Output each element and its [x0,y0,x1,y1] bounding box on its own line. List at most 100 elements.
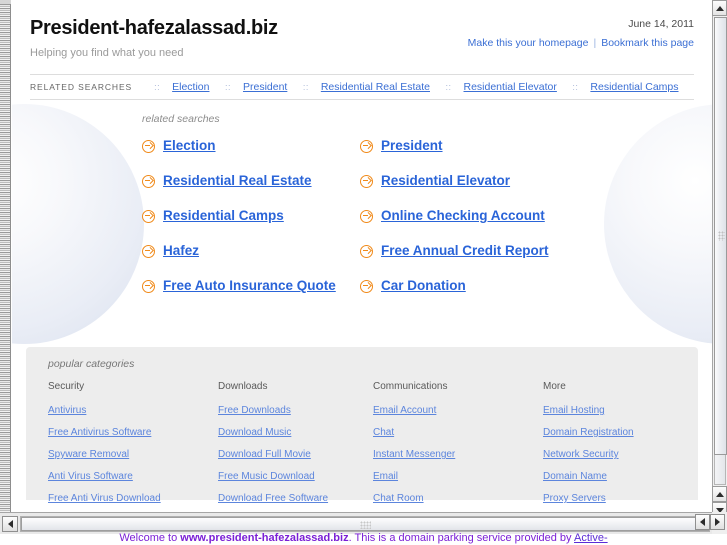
category-link-list: Email Hosting Domain Registration Network … [543,399,698,509]
popular-categories-panel: popular categories Security Antivirus Free… [26,347,698,504]
popular-categories-caption: popular categories [48,358,135,370]
page-viewport: President-hafezalassad.biz Helping you f… [12,0,712,512]
main-content: related searches Election President Reside… [12,100,712,294]
scroll-left-button-secondary[interactable] [695,514,710,530]
related-search-link[interactable]: Online Checking Account [381,208,545,224]
list-item: Spyware Removal [48,443,218,465]
arrow-circle-right-icon [360,244,373,258]
category-link[interactable]: Network Security [543,449,619,460]
bookmark-page-link[interactable]: Bookmark this page [601,37,694,49]
triangle-left-icon [7,520,13,528]
list-item: Antivirus [48,399,218,421]
scrollbar-grip-icon [718,231,725,241]
header-links: Make this your homepage | Bookmark this pa… [468,36,694,50]
scroll-left-button[interactable] [2,516,18,532]
related-searches-strip-items: :: Election:: President:: Residential Real … [154,81,694,93]
category-link[interactable]: Antivirus [48,405,86,416]
strip-separator-icon: :: [154,82,161,92]
strip-separator-icon: :: [572,82,579,92]
vertical-scrollbar[interactable] [712,0,727,518]
page-header: President-hafezalassad.biz Helping you f… [12,0,712,60]
related-search-link[interactable]: Free Auto Insurance Quote [163,278,336,294]
vertical-scrollbar-thumb[interactable] [714,17,727,455]
list-item: Email [373,465,543,487]
related-search-strip-link[interactable]: Residential Real Estate [321,81,430,93]
horizontal-scrollbar-thumb[interactable] [21,517,709,531]
related-searches-grid: Election President Residential Real Estate… [142,138,712,294]
category-link[interactable]: Download Free Software [218,493,328,504]
list-item: Network Security [543,443,698,465]
related-search-link[interactable]: Car Donation [381,278,466,294]
related-search-link[interactable]: Residential Real Estate [163,173,312,189]
browser-window: President-hafezalassad.biz Helping you f… [0,0,727,545]
welcome-message: Welcome to www.president-hafezalassad.bi… [0,531,727,545]
related-search-strip-link[interactable]: President [243,81,287,93]
category-link[interactable]: Domain Name [543,471,607,482]
arrow-circle-right-icon [360,209,373,223]
category-link[interactable]: Download Full Movie [218,449,311,460]
related-search-strip-item: :: Residential Camps [572,81,678,93]
related-search-strip-link[interactable]: Residential Camps [590,81,678,93]
category-heading: Security [48,381,85,392]
arrow-circle-right-icon [142,209,155,223]
list-item: Free Antivirus Software [48,421,218,443]
category-link[interactable]: Email Hosting [543,405,605,416]
related-search-item: President [360,138,712,154]
header-right-block: June 14, 2011 Make this your homepage | Bo… [468,17,694,50]
category-link[interactable]: Chat [373,427,394,438]
category-link[interactable]: Free Downloads [218,405,291,416]
related-search-item: Residential Camps [142,208,360,224]
category-link[interactable]: Spyware Removal [48,449,129,460]
strip-separator-icon: :: [302,82,309,92]
related-search-strip-link[interactable]: Election [172,81,209,93]
scroll-up-button-secondary[interactable] [712,486,727,502]
related-search-item: Residential Elevator [360,173,712,189]
horizontal-scrollbar-track[interactable] [20,516,710,532]
related-search-link[interactable]: Free Annual Credit Report [381,243,549,259]
category-column: Communications Email Account Chat Instant M… [373,377,543,509]
category-link[interactable]: Chat Room [373,493,424,504]
related-search-item: Free Annual Credit Report [360,243,712,259]
related-search-link[interactable]: President [381,138,443,154]
provider-link[interactable]: Active- [574,532,608,544]
related-search-strip-item: :: Residential Real Estate [303,81,430,93]
triangle-up-icon [715,491,724,497]
category-link[interactable]: Free Music Download [218,471,315,482]
related-search-item: Car Donation [360,278,712,294]
triangle-right-icon [715,518,720,526]
related-search-strip-link[interactable]: Residential Elevator [464,81,557,93]
category-link[interactable]: Free Anti Virus Download [48,493,161,504]
category-link[interactable]: Domain Registration [543,427,634,438]
current-date: June 14, 2011 [628,18,694,30]
scroll-up-button[interactable] [712,0,727,16]
horizontal-scroll-buttons [695,514,725,530]
category-link[interactable]: Email [373,471,398,482]
related-search-link[interactable]: Residential Elevator [381,173,510,189]
related-search-link[interactable]: Election [163,138,216,154]
related-search-link[interactable]: Residential Camps [163,208,284,224]
header-link-separator: | [593,37,597,49]
related-search-item: Free Auto Insurance Quote [142,278,360,294]
category-link[interactable]: Instant Messenger [373,449,455,460]
list-item: Download Music [218,421,373,443]
window-left-edge-cap [0,0,11,4]
category-link[interactable]: Email Account [373,405,436,416]
category-link[interactable]: Proxy Servers [543,493,606,504]
arrow-circle-right-icon [360,174,373,188]
related-search-item: Election [142,138,360,154]
make-homepage-link[interactable]: Make this your homepage [468,37,589,49]
category-link[interactable]: Free Antivirus Software [48,427,151,438]
related-search-strip-item: :: Residential Elevator [445,81,556,93]
list-item: Chat Room [373,487,543,509]
strip-separator-icon: :: [445,82,452,92]
category-link[interactable]: Anti Virus Software [48,471,133,482]
scroll-right-button[interactable] [710,514,725,530]
triangle-left-icon [700,518,705,526]
list-item: Email Account [373,399,543,421]
related-search-link[interactable]: Hafez [163,243,199,259]
category-heading: More [543,381,566,392]
list-item: Free Anti Virus Download [48,487,218,509]
category-link[interactable]: Download Music [218,427,291,438]
list-item: Domain Registration [543,421,698,443]
category-link-list: Email Account Chat Instant Messenger Email C… [373,399,543,509]
